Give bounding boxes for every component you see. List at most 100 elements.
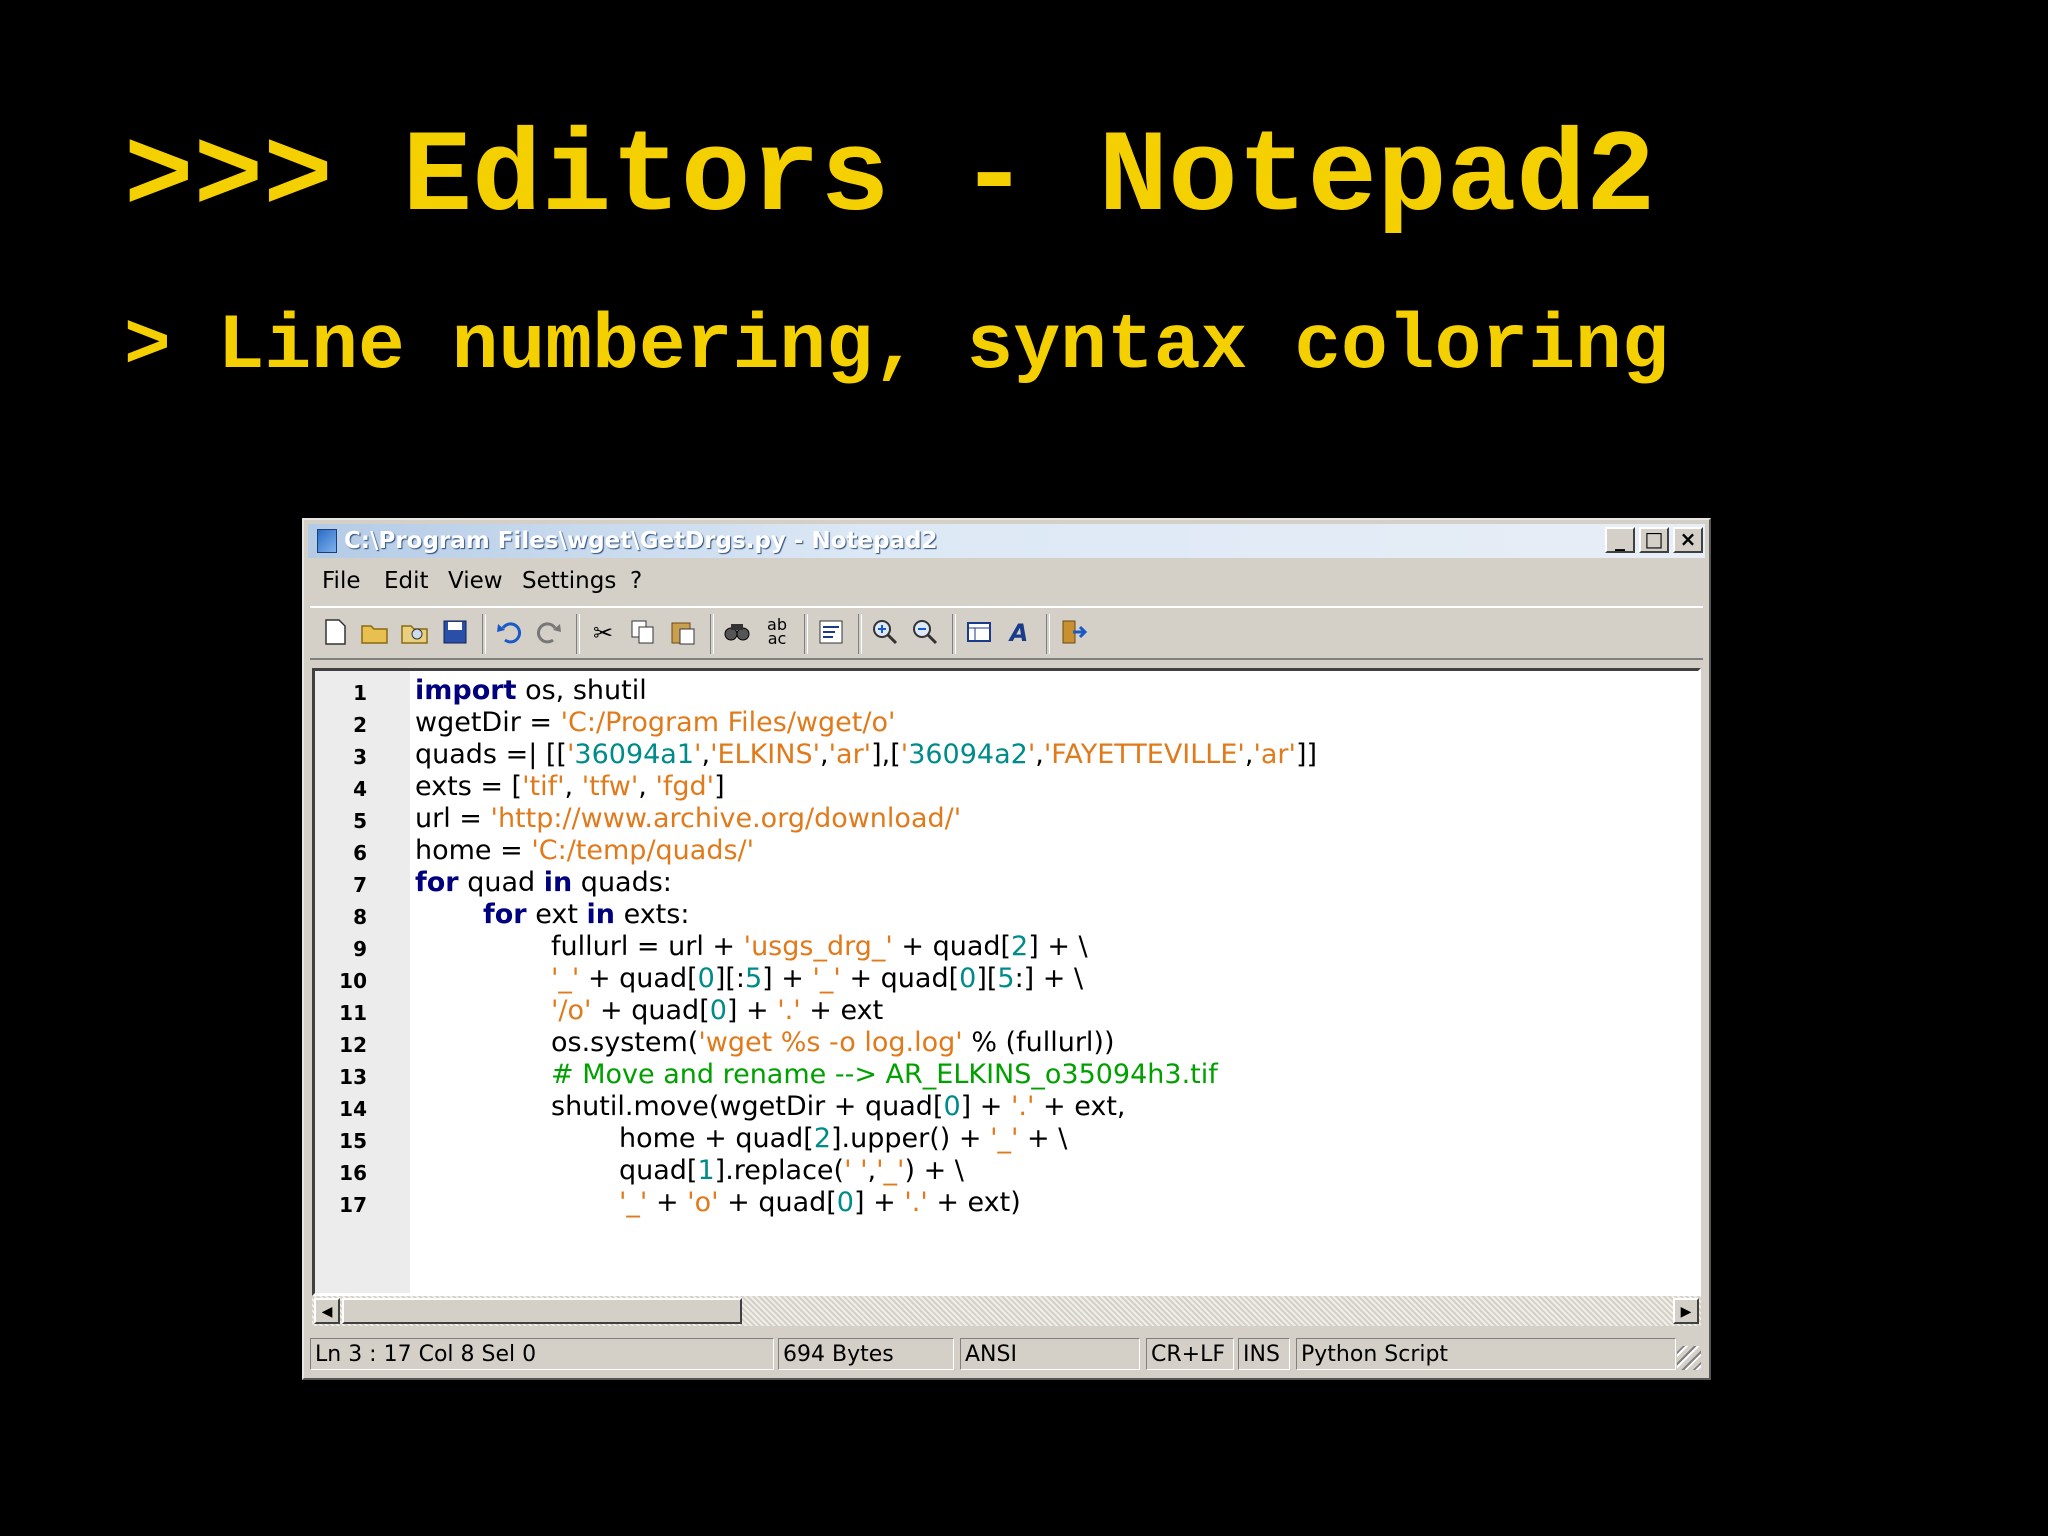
code-line[interactable]: for quad in quads: — [415, 867, 672, 899]
menu-settings[interactable]: Settings — [522, 568, 616, 594]
horizontal-scrollbar[interactable]: ◀ ▶ — [312, 1296, 1701, 1326]
code-token-string: 'usgs_drg_' — [743, 931, 893, 962]
word-wrap-icon[interactable] — [816, 618, 846, 648]
code-token-default: ][ — [976, 963, 998, 994]
code-token-default: + ext) — [927, 1187, 1021, 1218]
undo-icon[interactable] — [494, 618, 524, 648]
zoom-out-icon[interactable] — [910, 618, 940, 648]
code-token-string: 'fgd' — [655, 771, 715, 802]
scheme-icon[interactable] — [964, 618, 994, 648]
code-token-default: ] + — [726, 995, 778, 1026]
code-token-string: '_' — [551, 963, 580, 994]
code-token-default: url = — [415, 803, 491, 834]
code-token-number: 5 — [744, 963, 763, 994]
scroll-right-icon[interactable]: ▶ — [1673, 1298, 1699, 1324]
code-token-keyword: for — [483, 899, 527, 930]
title-bar[interactable]: C:\Program Files\wget\GetDrgs.py - Notep… — [308, 524, 1705, 558]
code-line[interactable]: exts = ['tif', 'tfw', 'fgd'] — [415, 771, 725, 803]
save-icon[interactable] — [440, 618, 470, 648]
code-token-default: ] — [714, 771, 725, 802]
code-token-default: + quad[ — [579, 963, 698, 994]
line-number: 6 — [353, 841, 367, 865]
line-number: 11 — [339, 1001, 367, 1025]
status-mode[interactable]: INS — [1238, 1338, 1290, 1370]
line-number: 15 — [339, 1129, 367, 1153]
paste-icon[interactable] — [668, 618, 698, 648]
code-token-default: % (fullurl)) — [962, 1027, 1115, 1058]
app-icon[interactable] — [317, 529, 337, 553]
code-token-string: 'http://www.archive.org/download/' — [490, 803, 962, 834]
new-file-icon[interactable] — [320, 618, 350, 648]
find-icon[interactable] — [722, 618, 752, 648]
browse-icon[interactable] — [400, 618, 430, 648]
code-token-number: 36094a1 — [574, 739, 695, 770]
menu-help[interactable]: ? — [630, 568, 642, 594]
code-line[interactable]: home + quad[2].upper() + '_' + \ — [619, 1123, 1067, 1155]
menu-edit[interactable]: Edit — [384, 568, 429, 594]
code-token-string: 'tfw' — [581, 771, 639, 802]
code-line[interactable]: quads =| [['36094a1','ELKINS','ar'],['36… — [415, 739, 1317, 771]
code-token-default: quad — [458, 867, 544, 898]
menu-view[interactable]: View — [448, 568, 503, 594]
code-line[interactable]: # Move and rename --> AR_ELKINS_o35094h3… — [551, 1059, 1218, 1091]
code-token-default: + quad[ — [892, 931, 1012, 962]
font-icon[interactable]: A — [1004, 618, 1034, 648]
replace-icon[interactable]: ab ac — [762, 617, 792, 648]
menu-file[interactable]: File — [322, 568, 361, 594]
code-line[interactable]: os.system('wget %s -o log.log' % (fullur… — [551, 1027, 1115, 1059]
code-editor[interactable]: 1 2 3 4 5 6 7 8 9 10 11 12 13 14 15 16 17 import os, shu… — [312, 668, 1701, 1296]
close-button[interactable]: × — [1673, 527, 1703, 553]
code-line[interactable]: home = 'C:/temp/quads/' — [415, 835, 754, 867]
code-token-string: '.' — [904, 1187, 928, 1218]
code-token-default: ].upper() + — [831, 1123, 991, 1154]
line-number: 16 — [339, 1161, 367, 1185]
scroll-thumb[interactable] — [342, 1298, 742, 1324]
code-token-default: + quad[ — [591, 995, 710, 1026]
open-folder-icon[interactable] — [360, 618, 390, 648]
scroll-left-icon[interactable]: ◀ — [314, 1298, 340, 1324]
code-line[interactable]: '_' + quad[0][:5] + '_' + quad[0][5:] + … — [551, 963, 1083, 995]
line-number: 10 — [339, 969, 367, 993]
code-token-default: , — [701, 739, 711, 770]
line-number: 3 — [353, 745, 367, 769]
copy-icon[interactable] — [628, 618, 658, 648]
code-token-keyword: in — [586, 899, 615, 930]
code-token-number: 1 — [697, 1155, 715, 1186]
code-token-default: ]] — [1295, 739, 1318, 770]
status-encoding[interactable]: ANSI — [960, 1338, 1140, 1370]
line-number: 17 — [339, 1193, 367, 1217]
code-token-default: ][: — [714, 963, 745, 994]
code-line[interactable]: quad[1].replace(' ','_') + \ — [619, 1155, 964, 1187]
code-line[interactable]: '/o' + quad[0] + '.' + ext — [551, 995, 883, 1027]
code-line[interactable]: '_' + 'o' + quad[0] + '.' + ext) — [619, 1187, 1021, 1219]
code-line[interactable]: shutil.move(wgetDir + quad[0] + '.' + ex… — [551, 1091, 1126, 1123]
slide-subtitle: > Line numbering, syntax coloring — [124, 303, 1669, 391]
code-token-number: 0 — [836, 1187, 854, 1218]
line-number: 2 — [353, 713, 367, 737]
code-line[interactable]: fullurl = url + 'usgs_drg_' + quad[2] + … — [551, 931, 1088, 963]
code-token-default: ] + — [762, 963, 813, 994]
code-token-default: ].replace( — [714, 1155, 845, 1186]
cut-icon[interactable]: ✂ — [588, 618, 618, 648]
maximize-button[interactable]: □ — [1639, 527, 1669, 553]
status-line-endings[interactable]: CR+LF — [1146, 1338, 1234, 1370]
slide-title: >>> Editors - Notepad2 — [124, 112, 1656, 244]
minimize-button[interactable]: _ — [1605, 527, 1635, 553]
code-token-number: 2 — [813, 1123, 831, 1154]
resize-grip-icon[interactable] — [1677, 1346, 1701, 1370]
code-token-default: ],[ — [871, 739, 901, 770]
status-scheme[interactable]: Python Script — [1296, 1338, 1676, 1370]
code-line[interactable]: wgetDir = 'C:/Program Files/wget/o' — [415, 707, 895, 739]
code-line[interactable]: for ext in exts: — [483, 899, 689, 931]
status-size: 694 Bytes — [778, 1338, 954, 1370]
code-token-string: 'ar' — [828, 739, 872, 770]
code-line[interactable]: url = 'http://www.archive.org/download/' — [415, 803, 961, 835]
code-token-string: '/o' — [551, 995, 592, 1026]
code-line[interactable]: import os, shutil — [415, 675, 647, 707]
code-token-number: 0 — [697, 963, 715, 994]
redo-icon[interactable] — [534, 618, 564, 648]
exit-icon[interactable] — [1058, 618, 1088, 648]
zoom-in-icon[interactable] — [870, 618, 900, 648]
code-token-default: :] + \ — [1014, 963, 1084, 994]
code-token-string: 'o' — [687, 1187, 719, 1218]
